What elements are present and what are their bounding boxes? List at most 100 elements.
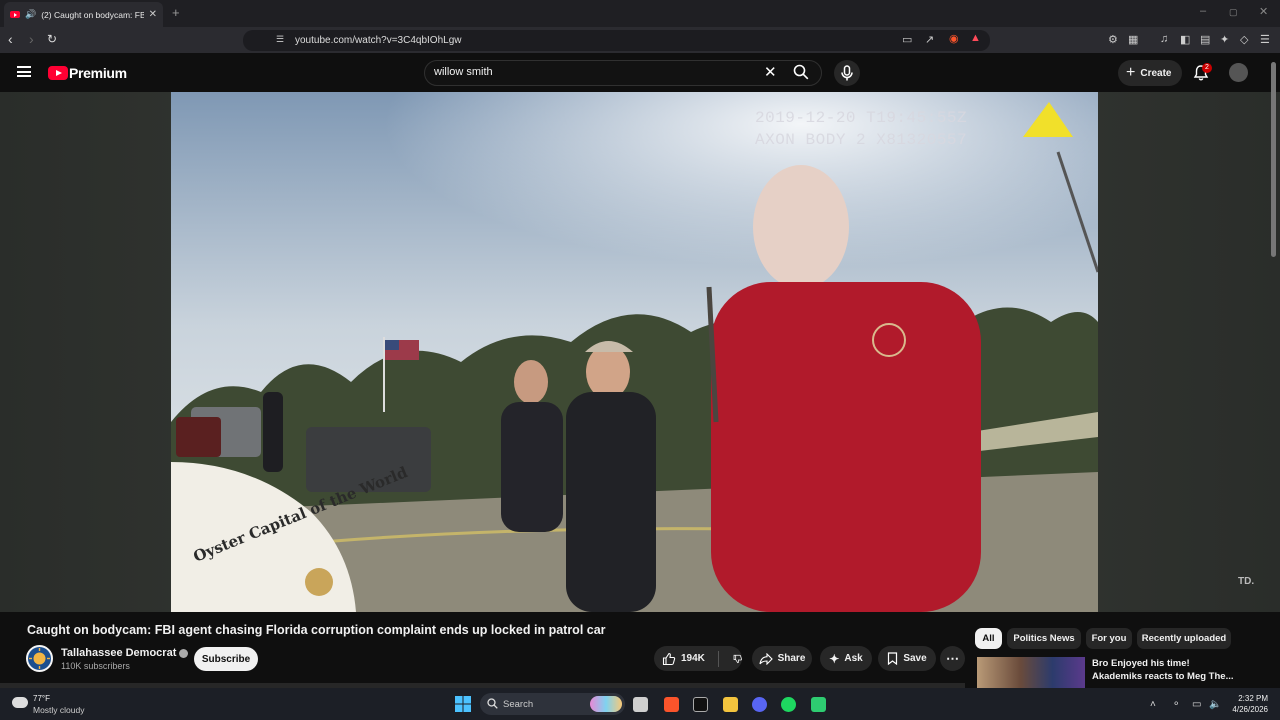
minimize-icon[interactable]: –: [1200, 5, 1206, 17]
subscribe-button[interactable]: Subscribe: [194, 647, 258, 671]
vpn-icon[interactable]: ◇: [1240, 33, 1248, 46]
taskbar-search-icon: [487, 698, 498, 709]
volume-icon[interactable]: 🔈: [1209, 699, 1221, 710]
ask-button[interactable]: ✦ Ask: [820, 646, 872, 671]
ask-label: Ask: [844, 653, 863, 664]
media-icon[interactable]: ♫: [1160, 33, 1168, 45]
back-icon[interactable]: ‹: [8, 31, 13, 47]
network-icon[interactable]: ▭: [1192, 699, 1201, 710]
create-button[interactable]: + Create: [1118, 60, 1182, 86]
clock-date: 4/26/2026: [1232, 705, 1268, 714]
recommended-video-title[interactable]: Bro Enjoyed his time! Akademiks reacts t…: [1092, 657, 1234, 683]
guide-menu-icon[interactable]: [17, 66, 31, 77]
taskbar-search-label: Search: [503, 699, 534, 710]
task-view-icon[interactable]: [633, 697, 648, 712]
more-actions-button[interactable]: ⋯: [940, 646, 965, 671]
cast-icon[interactable]: ▭: [902, 33, 912, 46]
close-window-icon[interactable]: ✕: [1259, 5, 1268, 18]
cloudy-weather-icon[interactable]: [12, 697, 28, 708]
channel-logo-icon: [29, 648, 50, 669]
channel-name[interactable]: Tallahassee Democrat: [61, 647, 176, 659]
brave-shields-icon[interactable]: ◉: [949, 32, 959, 45]
video-title: Caught on bodycam: FBI agent chasing Flo…: [27, 623, 606, 637]
browser-tab[interactable]: 🔊 (2) Caught on bodycam: FBI a ✕: [4, 2, 163, 27]
youtube-premium-wordmark[interactable]: Premium: [69, 65, 127, 81]
wallet-icon[interactable]: ▤: [1200, 33, 1210, 46]
chip-all[interactable]: All: [975, 628, 1002, 649]
save-button[interactable]: Save: [878, 646, 936, 671]
youtube-header: Premium + Create: [0, 53, 1280, 92]
site-settings-icon[interactable]: ☰: [276, 34, 284, 45]
youtube-favicon-icon: [10, 11, 20, 18]
bodycam-device-id: AXON BODY 2 X81320557: [755, 131, 968, 149]
rec-title-line1: Bro Enjoyed his time!: [1092, 658, 1190, 669]
notification-count-badge: 2: [1202, 63, 1212, 73]
create-label: Create: [1140, 67, 1172, 79]
microphone-icon: [841, 65, 853, 81]
brave-rewards-icon[interactable]: ▲: [970, 32, 981, 44]
recommended-video-thumbnail[interactable]: [977, 657, 1085, 688]
video-player[interactable]: Oyster Capital of the World: [171, 92, 1098, 612]
chip-politics-news[interactable]: Politics News: [1007, 628, 1081, 649]
bodycam-overlay-text: 2019-12-20 T19:45:55Z AXON BODY 2 X81320…: [755, 107, 967, 151]
channel-avatar[interactable]: [26, 645, 53, 672]
like-button[interactable]: 194K: [662, 652, 705, 666]
search-highlight-icon[interactable]: [590, 696, 622, 712]
leo-ai-icon[interactable]: ✦: [1220, 33, 1229, 46]
show-hidden-icons-chevron-icon[interactable]: ˄: [1150, 699, 1156, 710]
save-label: Save: [903, 653, 927, 664]
share-arrow-icon: [759, 652, 773, 665]
forward-icon[interactable]: ›: [29, 31, 34, 47]
reload-icon[interactable]: ↻: [47, 32, 57, 46]
rec-title-line2: Akademiks reacts to Meg The...: [1092, 671, 1234, 682]
thumbs-down-icon[interactable]: [733, 652, 742, 666]
weather-description[interactable]: Mostly cloudy: [33, 705, 85, 715]
page-scrollbar[interactable]: [1271, 62, 1276, 257]
plus-icon: +: [1126, 64, 1136, 81]
sparkle-icon: ✦: [829, 651, 840, 666]
url-text[interactable]: youtube.com/watch?v=3C4qbIOhLgw: [295, 35, 462, 46]
spotify-icon[interactable]: [781, 697, 796, 712]
discord-icon[interactable]: [752, 697, 767, 712]
system-clock[interactable]: 2:32 PM 4/26/2026: [1226, 693, 1268, 715]
like-dislike-group: 194K: [654, 646, 742, 671]
share-label: Share: [777, 653, 806, 664]
channel-name-row[interactable]: Tallahassee Democrat: [61, 647, 189, 659]
audio-playing-icon[interactable]: 🔊: [25, 9, 36, 20]
windows-start-icon[interactable]: [455, 696, 471, 712]
subscriber-count: 110K subscribers: [61, 661, 130, 671]
clock-time: 2:32 PM: [1238, 694, 1268, 703]
thumbs-up-icon: [662, 652, 676, 665]
new-tab-icon[interactable]: +: [172, 5, 180, 20]
share-page-icon[interactable]: ↗: [925, 33, 934, 46]
search-icon[interactable]: [792, 63, 810, 81]
channel-watermark[interactable]: TD.: [1238, 576, 1254, 587]
chip-recently-uploaded[interactable]: Recently uploaded: [1137, 628, 1231, 649]
share-button[interactable]: Share: [752, 646, 812, 671]
bodycam-video-frame: Oyster Capital of the World: [171, 92, 1098, 612]
menu-icon[interactable]: ☰: [1260, 33, 1270, 46]
tab-title: (2) Caught on bodycam: FBI a: [41, 9, 144, 20]
close-tab-icon[interactable]: ✕: [149, 9, 157, 20]
bodycam-timestamp: 2019-12-20 T19:45:55Z: [755, 109, 968, 127]
search-query-text[interactable]: willow smith: [434, 66, 493, 78]
pinned-app-icon[interactable]: [693, 697, 708, 712]
like-count: 194K: [681, 653, 705, 664]
extensions-icon[interactable]: ⚙: [1108, 33, 1118, 46]
weather-temperature[interactable]: 77°F: [33, 694, 50, 703]
microphone-tray-icon[interactable]: ⚬: [1172, 699, 1180, 710]
youtube-logo-icon[interactable]: [48, 66, 68, 80]
clear-search-icon[interactable]: ✕: [764, 63, 777, 81]
sidebar-icon[interactable]: ◧: [1180, 33, 1190, 46]
file-explorer-icon[interactable]: [723, 697, 738, 712]
brave-browser-icon[interactable]: [664, 697, 679, 712]
chip-for-you[interactable]: For you: [1086, 628, 1132, 649]
maximize-icon[interactable]: ▢: [1229, 7, 1238, 18]
like-divider: [717, 650, 719, 667]
browser-tab-strip: 🔊 (2) Caught on bodycam: FBI a ✕ + – ▢ ✕: [0, 0, 1280, 27]
more-horizontal-icon: ⋯: [946, 650, 959, 666]
tab-search-icon[interactable]: ▦: [1128, 33, 1138, 46]
voice-search-button[interactable]: [834, 60, 860, 86]
account-avatar[interactable]: [1229, 63, 1248, 82]
chat-app-icon[interactable]: [811, 697, 826, 712]
